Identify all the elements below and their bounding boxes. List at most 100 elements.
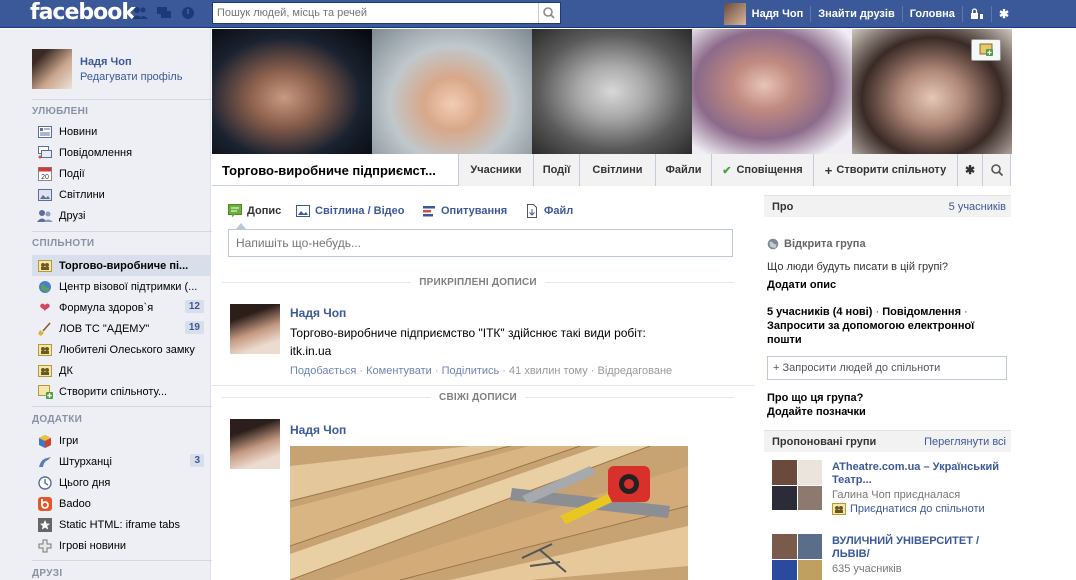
friend-requests-icon[interactable] <box>132 6 148 20</box>
badoo-icon <box>37 496 53 512</box>
group-title[interactable]: Торгово-виробниче підприємст... <box>222 163 436 178</box>
members-link[interactable]: 5 учасників <box>767 306 830 318</box>
broom-icon <box>37 321 53 337</box>
post-image[interactable] <box>290 446 688 580</box>
add-photo-icon <box>979 43 993 56</box>
groups-header: СПІЛЬНОТИ <box>32 238 95 249</box>
settings-button[interactable]: ✱ <box>990 5 1016 22</box>
sidebar-item-group-olesko[interactable]: Любителі Олеського замку <box>32 339 210 360</box>
search-button[interactable] <box>538 3 560 23</box>
sidebar-item-static-html[interactable]: Static HTML: iframe tabs <box>32 514 210 535</box>
post-author-link[interactable]: Надя Чоп <box>290 306 346 320</box>
share-link[interactable]: Поділитись <box>442 365 500 377</box>
sidebar-item-pokes[interactable]: Штурханці 3 <box>32 451 210 472</box>
friends-header: ДРУЗІ <box>32 568 63 579</box>
top-profile-link[interactable]: Надя Чоп <box>717 2 811 25</box>
sidebar-item-group-health[interactable]: ❤ Формула здоров`я 12 <box>32 297 210 318</box>
change-cover-button[interactable] <box>971 39 1001 61</box>
facebook-logo[interactable]: facebook <box>30 0 136 25</box>
group-tab-bar: Торгово-виробниче підприємст... Учасники… <box>212 154 1011 186</box>
profile-name-link[interactable]: Надя Чоп <box>80 56 132 68</box>
post-author-avatar[interactable] <box>230 304 280 354</box>
member-photo[interactable] <box>372 29 532 154</box>
add-tags-link[interactable]: Додайте позначки <box>767 405 1007 419</box>
invite-people-input[interactable]: + Запросити людей до спільноти <box>767 356 1007 380</box>
post-timestamp[interactable]: 41 хвилин тому <box>509 365 588 377</box>
sidebar-item-photos[interactable]: Світлини <box>32 184 210 205</box>
messages-link[interactable]: Повідомлення <box>882 306 961 318</box>
suggested-group-thumbnail[interactable] <box>772 460 822 510</box>
invite-email-link[interactable]: Запросити за допомогою електронної пошти <box>767 320 974 346</box>
add-description-link[interactable]: Додати опис <box>767 278 1007 292</box>
privacy-shortcuts-button[interactable] <box>961 5 991 22</box>
group-feed: Допис Світлина / Відео Опитування Файл П… <box>212 187 754 580</box>
composer-input[interactable] <box>229 230 732 256</box>
composer-box <box>228 229 733 257</box>
pinned-posts-header: ПРИКРІПЛЕНІ ДОПИСИ <box>222 277 735 288</box>
file-icon <box>527 204 537 218</box>
top-bar: facebook Надя Чоп Знайти друзів Головна <box>0 0 1076 28</box>
tab-members[interactable]: Учасники <box>458 154 533 186</box>
sidebar-item-group-itk[interactable]: Торгово-виробниче пі... <box>32 255 210 276</box>
group-settings-button[interactable]: ✱ <box>957 154 982 186</box>
tab-notifications[interactable]: ✔ Сповіщення <box>711 154 813 186</box>
right-sidebar: Про 5 учасників Відкрита група Що люди б… <box>764 187 1011 580</box>
suggested-group-thumbnail[interactable] <box>772 534 822 580</box>
see-all-link[interactable]: Переглянути всі <box>924 436 1006 448</box>
gear-icon: ✱ <box>998 6 1009 21</box>
star-icon <box>37 517 53 533</box>
sidebar-item-game-news[interactable]: Ігрові новини <box>32 535 210 556</box>
tab-files[interactable]: Файли <box>655 154 711 186</box>
home-link[interactable]: Головна <box>901 5 962 22</box>
new-members-link[interactable]: (4 нові) <box>833 306 873 318</box>
search-input[interactable] <box>213 3 533 23</box>
post-author-avatar[interactable] <box>230 419 280 469</box>
profile-picture[interactable] <box>32 49 72 89</box>
sidebar-item-games[interactable]: Ігри <box>32 430 210 451</box>
sidebar-item-group-visa[interactable]: Центр візової підтримки (... <box>32 276 210 297</box>
composer-tab-file[interactable]: Файл <box>525 204 573 218</box>
member-photo[interactable] <box>692 29 852 154</box>
group-icon <box>37 258 53 274</box>
notifications-icon[interactable] <box>180 6 196 20</box>
suggested-groups-header: Пропоновані групи Переглянути всі <box>764 430 1011 452</box>
composer-tab-post[interactable]: Допис <box>228 204 281 218</box>
composer-tab-photo[interactable]: Світлина / Відео <box>296 204 405 218</box>
edited-label[interactable]: Відредаговане <box>598 365 673 377</box>
join-group-button[interactable]: Приєднатися до спільноти <box>832 503 985 515</box>
games-icon <box>37 433 53 449</box>
sidebar-item-group-ademu[interactable]: ЛОВ ТС "АДЕМУ" 19 <box>32 318 210 339</box>
photo-icon <box>296 205 310 217</box>
edit-profile-link[interactable]: Редагувати профіль <box>80 71 182 83</box>
composer-tab-poll[interactable]: Опитування <box>422 204 507 218</box>
about-header: Про 5 учасників <box>764 195 1011 217</box>
comment-link[interactable]: Коментувати <box>366 365 432 377</box>
members-count-link[interactable]: 5 учасників <box>949 201 1006 213</box>
post-author-link[interactable]: Надя Чоп <box>290 423 346 437</box>
messages-icon[interactable] <box>156 6 172 20</box>
sidebar-item-friends[interactable]: Друзі <box>32 205 210 226</box>
sidebar-item-news[interactable]: Новини <box>32 121 210 142</box>
find-friends-link[interactable]: Знайти друзів <box>810 5 901 22</box>
suggested-group-name[interactable]: ATheatre.com.ua – Український Театр... <box>832 461 1002 487</box>
sidebar-item-create-group[interactable]: Створити спільноту... <box>32 381 210 402</box>
sidebar-item-events[interactable]: 20 Події <box>32 163 210 184</box>
tab-events[interactable]: Події <box>533 154 579 186</box>
like-link[interactable]: Подобається <box>290 365 356 377</box>
sidebar-item-badoo[interactable]: Badoo <box>32 493 210 514</box>
plus-icon: + <box>824 162 833 178</box>
notification-badge: 19 <box>184 321 204 334</box>
globe-icon <box>767 238 779 250</box>
member-photo[interactable] <box>212 29 372 154</box>
sidebar-item-on-this-day[interactable]: Цього дня <box>32 472 210 493</box>
tab-create-group[interactable]: + Створити спільноту <box>813 154 957 186</box>
group-icon <box>37 342 53 358</box>
sidebar-item-messages[interactable]: Повідомлення <box>32 142 210 163</box>
post-actions: Подобається · Коментувати · Поділитись ·… <box>290 365 673 377</box>
sidebar-item-group-dk[interactable]: ДК <box>32 360 210 381</box>
tab-photos[interactable]: Світлини <box>579 154 655 186</box>
member-photo[interactable] <box>532 29 692 154</box>
photos-icon <box>37 187 53 203</box>
suggested-group-name[interactable]: ВУЛИЧНИЙ УНІВЕРСИТЕТ /ЛЬВІВ/ <box>832 535 1002 561</box>
group-search-button[interactable] <box>982 154 1011 186</box>
